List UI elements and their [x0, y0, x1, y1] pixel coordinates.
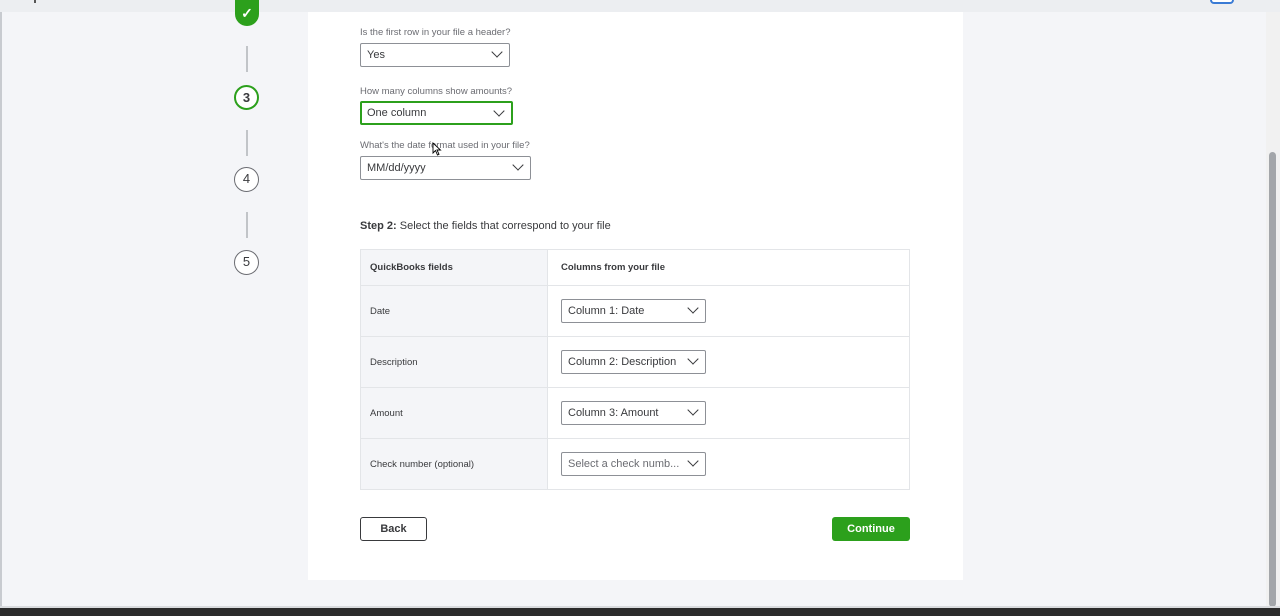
chevron-down-icon [493, 105, 505, 117]
chevron-down-icon [512, 159, 524, 171]
top-strip [0, 0, 1280, 12]
date-column-value: Column 1: Date [568, 305, 645, 317]
left-frame-border [0, 12, 2, 608]
step-connector [246, 212, 248, 238]
field-cell: Column 3: Amount [548, 388, 909, 438]
step-5[interactable]: 5 [234, 250, 259, 275]
field-cell: Column 1: Date [548, 286, 909, 336]
vertical-scrollbar[interactable] [1266, 12, 1280, 608]
scrollbar-thumb[interactable] [1269, 152, 1276, 607]
description-column-value: Column 2: Description [568, 356, 677, 368]
table-row: Description Column 2: Description [361, 336, 909, 387]
top-tick [34, 0, 36, 3]
check-icon: ✓ [241, 5, 253, 21]
step-connector [246, 46, 248, 72]
field-label-check-number: Check number (optional) [361, 439, 548, 489]
date-format-label: What's the date format used in your file… [360, 140, 530, 151]
step2-heading: Step 2: Select the fields that correspon… [360, 220, 611, 232]
step-completed: ✓ [235, 0, 259, 26]
table-row: Amount Column 3: Amount [361, 387, 909, 438]
column-header-file-columns: Columns from your file [561, 262, 665, 273]
amount-column-value: Column 3: Amount [568, 407, 659, 419]
amount-columns-label: How many columns show amounts? [360, 86, 513, 97]
table-header-row: QuickBooks fields Columns from your file [361, 250, 909, 285]
header-select-value: Yes [367, 49, 385, 61]
check-number-column-value: Select a check numb... [568, 458, 680, 470]
field-label-amount: Amount [361, 388, 548, 438]
description-column-select[interactable]: Column 2: Description [561, 350, 706, 374]
field-mapping-table: QuickBooks fields Columns from your file… [360, 249, 910, 490]
field-label-date: Date [361, 286, 548, 336]
amount-columns-value: One column [367, 107, 427, 119]
chevron-down-icon [687, 353, 699, 365]
table-row: Check number (optional) Select a check n… [361, 438, 909, 489]
step-3[interactable]: 3 [234, 85, 259, 110]
stepper: ✓ 3 4 5 [234, 0, 260, 300]
check-number-column-select[interactable]: Select a check numb... [561, 452, 706, 476]
chevron-down-icon [687, 302, 699, 314]
taskbar-edge [0, 608, 1280, 616]
field-cell: Column 2: Description [548, 337, 909, 387]
field-label-description: Description [361, 337, 548, 387]
step2-text: Select the fields that correspond to you… [396, 220, 611, 232]
chevron-down-icon [687, 455, 699, 467]
date-column-select[interactable]: Column 1: Date [561, 299, 706, 323]
step-4[interactable]: 4 [234, 167, 259, 192]
continue-button[interactable]: Continue [832, 517, 910, 541]
back-button[interactable]: Back [360, 517, 427, 541]
column-header-qb-fields: QuickBooks fields [361, 250, 548, 285]
chevron-down-icon [687, 404, 699, 416]
header-select[interactable]: Yes [360, 43, 510, 67]
date-format-select[interactable]: MM/dd/yyyy [360, 156, 531, 180]
amount-columns-select[interactable]: One column [360, 101, 513, 125]
chevron-down-icon [491, 46, 503, 58]
date-format-value: MM/dd/yyyy [367, 162, 426, 174]
step-connector [246, 130, 248, 156]
header-question-label: Is the first row in your file a header? [360, 27, 511, 38]
table-row: Date Column 1: Date [361, 285, 909, 336]
step2-prefix: Step 2: [360, 220, 397, 232]
top-right-button[interactable] [1210, 0, 1234, 4]
mouse-cursor-icon [432, 142, 442, 156]
amount-column-select[interactable]: Column 3: Amount [561, 401, 706, 425]
field-cell: Select a check numb... [548, 439, 909, 489]
